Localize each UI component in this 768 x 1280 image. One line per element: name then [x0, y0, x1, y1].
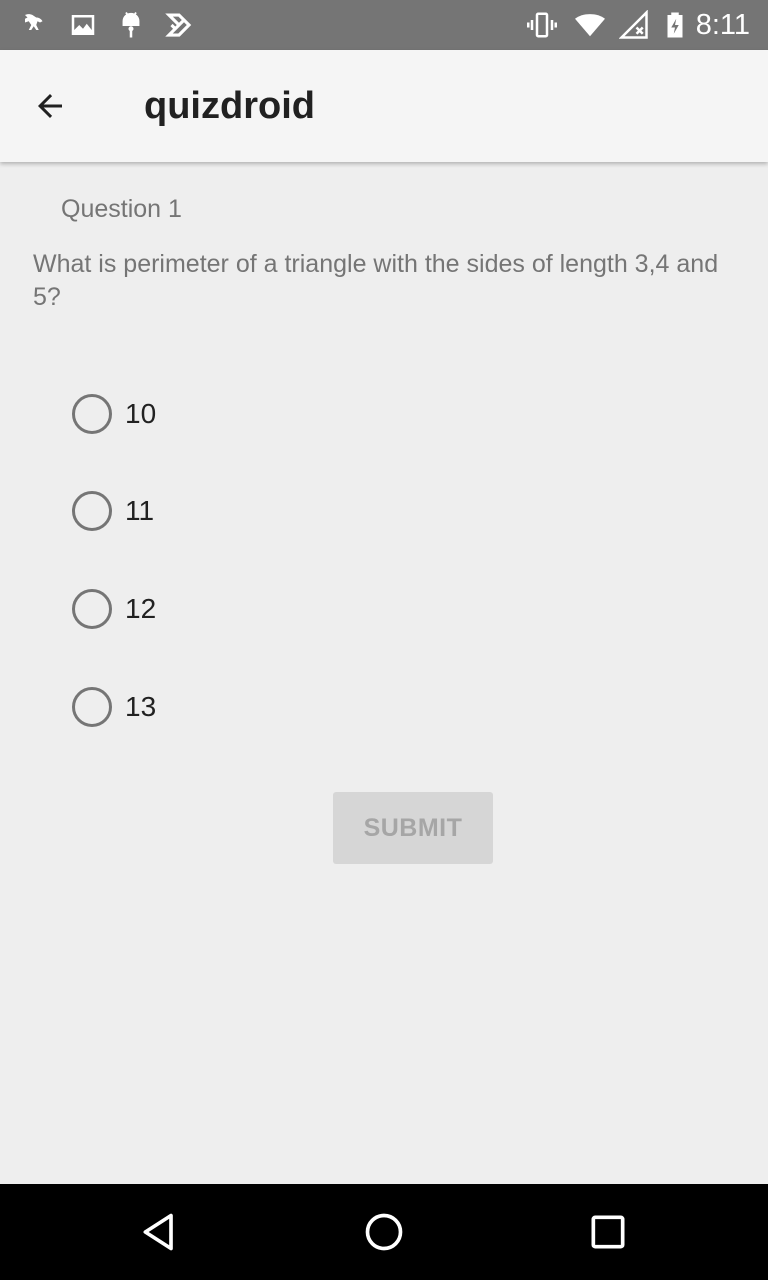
question-text: What is perimeter of a triangle with the… [33, 250, 719, 311]
option-label: 12 [125, 593, 157, 624]
option-10[interactable]: 10 [72, 392, 156, 436]
status-time: 8:11 [695, 9, 750, 41]
option-label: 13 [125, 691, 157, 722]
option-11[interactable]: 11 [72, 489, 154, 533]
option-13[interactable]: 13 [72, 685, 156, 729]
radio-button[interactable] [72, 589, 112, 629]
nav-home-button[interactable] [360, 1208, 408, 1256]
no-signal-icon [617, 8, 651, 42]
checkmark-app-icon [162, 8, 196, 42]
navigation-bar [0, 1184, 768, 1280]
wifi-icon [573, 8, 607, 42]
back-button[interactable] [22, 78, 78, 134]
android-icon [114, 8, 148, 42]
nav-back-button[interactable] [136, 1208, 184, 1256]
submit-button[interactable]: SUBMIT [333, 792, 493, 864]
back-triangle-icon [143, 1213, 173, 1251]
arrow-back-icon [38, 94, 62, 118]
question-number: Question 1 [61, 195, 182, 223]
battery-charging-icon [658, 8, 692, 42]
app-bar: quizdroid [0, 50, 768, 162]
vibrate-icon [525, 8, 559, 42]
recents-square-icon [591, 1215, 625, 1249]
status-bar: 8:11 [0, 0, 768, 50]
app-title: quizdroid [144, 85, 315, 127]
nav-recents-button[interactable] [584, 1208, 632, 1256]
kangaroo-app-icon [18, 8, 52, 42]
image-icon [66, 8, 100, 42]
option-label: 10 [125, 398, 157, 429]
radio-button[interactable] [72, 687, 112, 727]
home-circle-icon [365, 1213, 403, 1251]
radio-button[interactable] [72, 394, 112, 434]
option-12[interactable]: 12 [72, 587, 156, 631]
option-label: 11 [125, 495, 155, 526]
radio-button[interactable] [72, 491, 112, 531]
